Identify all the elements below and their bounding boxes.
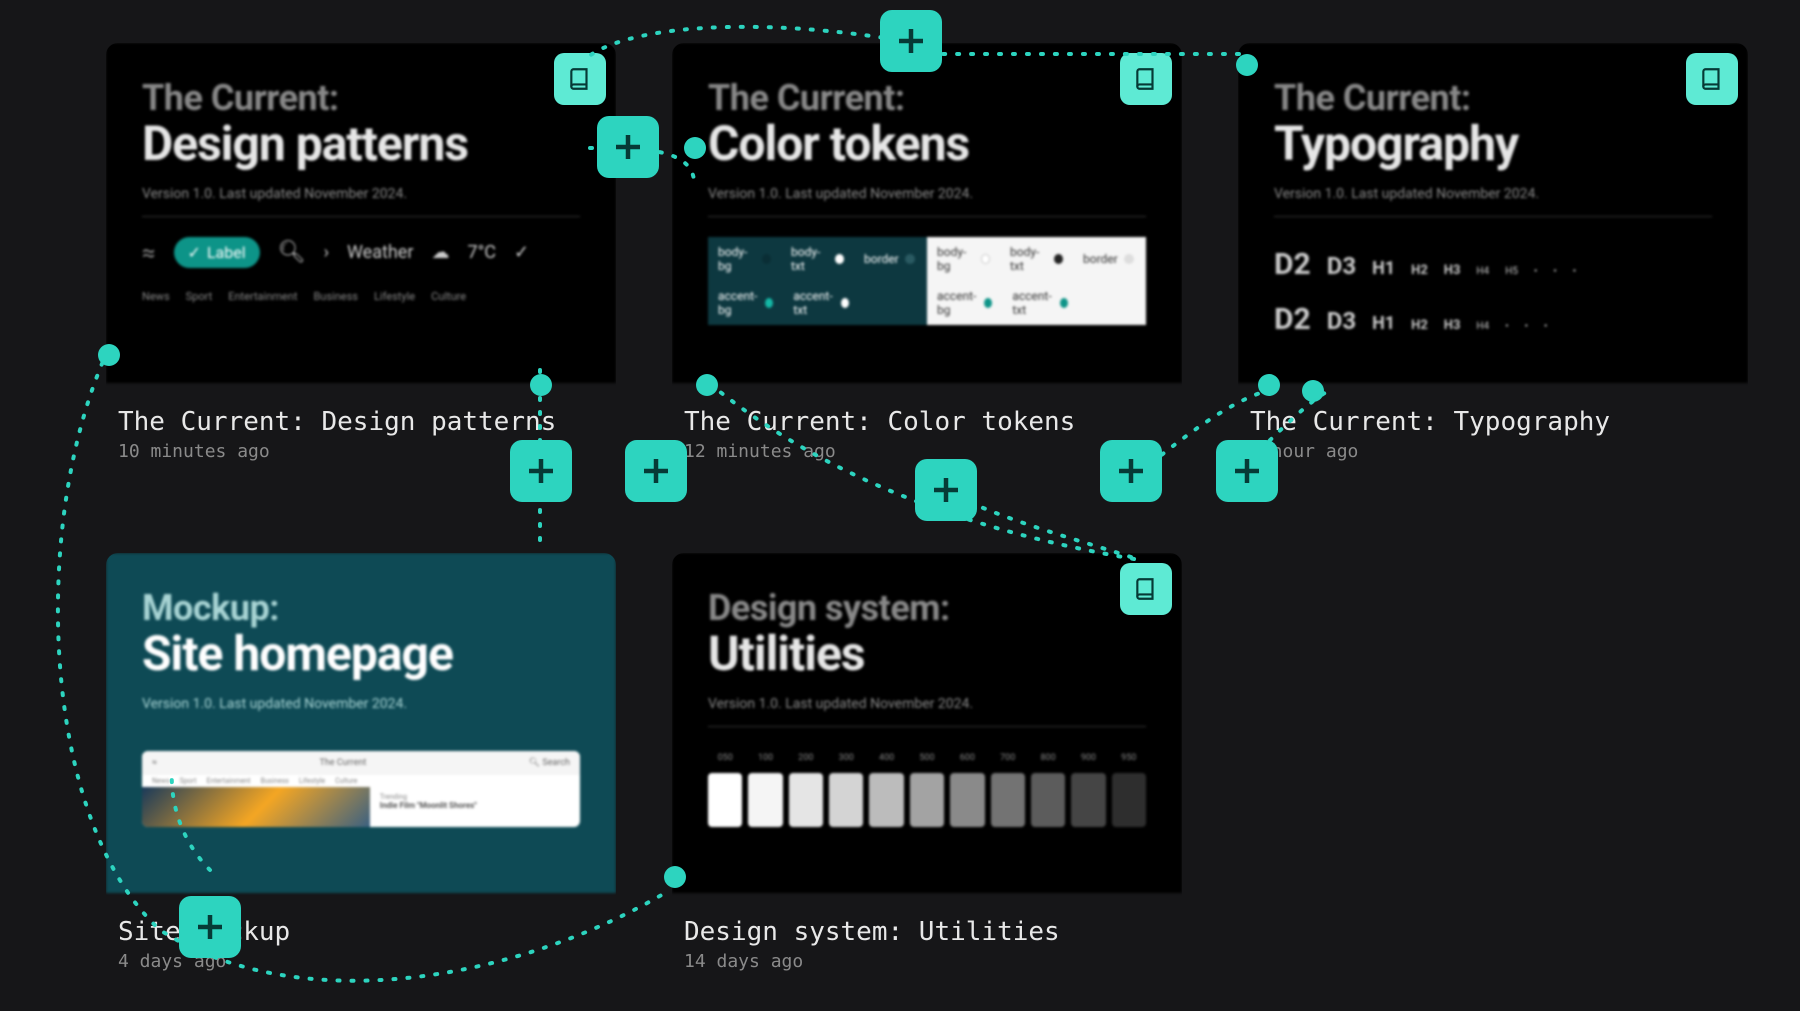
add-button[interactable]	[510, 440, 572, 502]
thumb-version: Version 1.0. Last updated November 2024.	[142, 186, 580, 217]
thumb-subtitle: Design system:	[708, 587, 1146, 629]
connection-node	[530, 374, 552, 396]
add-button[interactable]	[625, 440, 687, 502]
gray-scale-swatches	[708, 773, 1146, 827]
canvas[interactable]: .dash{stroke:#2dd4bf;stroke-width:4;stro…	[0, 0, 1800, 1011]
thumb-title: Utilities	[708, 625, 1146, 682]
card-title: The Current: Color tokens	[684, 407, 1170, 437]
book-badge	[1120, 53, 1172, 105]
connection-node	[1302, 380, 1324, 402]
type-scale: D2 D3 H1 H2 H3 H4 H5 ••• D2 D3 H1 H2 H3 …	[1274, 237, 1712, 337]
card-design-patterns[interactable]: The Current: Design patterns Version 1.0…	[106, 43, 616, 462]
thumb-subtitle: The Current:	[142, 77, 580, 119]
card-thumbnail: Mockup: Site homepage Version 1.0. Last …	[106, 553, 616, 893]
color-token-grid: body-bg body-txt border body-bg body-txt…	[708, 237, 1146, 325]
connection-node	[696, 374, 718, 396]
cloud-icon: ☁	[431, 242, 449, 263]
add-button[interactable]	[1216, 440, 1278, 502]
card-timestamp: 1 hour ago	[1250, 441, 1736, 462]
thumb-version: Version 1.0. Last updated November 2024.	[708, 186, 1146, 217]
connection-node	[98, 344, 120, 366]
card-thumbnail: The Current: Color tokens Version 1.0. L…	[672, 43, 1182, 383]
add-button[interactable]	[597, 116, 659, 178]
thumb-version: Version 1.0. Last updated November 2024.	[1274, 186, 1712, 217]
card-title: The Current: Typography	[1250, 407, 1736, 437]
check-icon: ✓	[514, 242, 529, 263]
thumb-subtitle: The Current:	[1274, 77, 1712, 119]
add-button[interactable]	[915, 459, 977, 521]
thumb-title: Site homepage	[142, 625, 580, 682]
connection-node	[684, 137, 706, 159]
book-badge	[554, 53, 606, 105]
connection-node	[1258, 374, 1280, 396]
card-title: The Current: Design patterns	[118, 407, 604, 437]
mockup-browser: ≈ The Current 🔍︎ Search NewsSportEnterta…	[142, 751, 580, 827]
category-list: News Sport Entertainment Business Lifest…	[142, 290, 580, 303]
connection-node	[664, 866, 686, 888]
chevron-right-icon: ›	[324, 242, 329, 263]
add-button[interactable]	[1100, 440, 1162, 502]
add-button[interactable]	[880, 10, 942, 72]
gray-scale-labels: 050 100 200 300 400 500 600 700 800 900 …	[708, 753, 1146, 763]
book-badge	[1686, 53, 1738, 105]
card-thumbnail: The Current: Typography Version 1.0. Las…	[1238, 43, 1748, 383]
connection-node	[1236, 54, 1258, 76]
card-color-tokens[interactable]: The Current: Color tokens Version 1.0. L…	[672, 43, 1182, 462]
add-button[interactable]	[179, 896, 241, 958]
card-utilities[interactable]: Design system: Utilities Version 1.0. La…	[672, 553, 1182, 972]
card-thumbnail: Design system: Utilities Version 1.0. La…	[672, 553, 1182, 893]
search-icon: 🔍︎	[278, 240, 306, 265]
card-title: Design system: Utilities	[684, 917, 1170, 947]
thumb-version: Version 1.0. Last updated November 2024.	[142, 696, 580, 727]
thumb-subtitle: The Current:	[708, 77, 1146, 119]
weather-temp: 7°C	[467, 242, 496, 263]
card-thumbnail: The Current: Design patterns Version 1.0…	[106, 43, 616, 383]
thumb-title: Color tokens	[708, 115, 1146, 172]
thumb-title: Design patterns	[142, 115, 580, 172]
card-timestamp: 14 days ago	[684, 951, 1170, 972]
wave-icon: ≈	[142, 239, 156, 267]
thumb-title: Typography	[1274, 115, 1712, 172]
thumb-subtitle: Mockup:	[142, 587, 580, 629]
weather-label: Weather	[347, 242, 413, 263]
book-badge	[1120, 563, 1172, 615]
thumb-version: Version 1.0. Last updated November 2024.	[708, 696, 1146, 727]
label-chip: ✓ Label	[174, 237, 260, 268]
